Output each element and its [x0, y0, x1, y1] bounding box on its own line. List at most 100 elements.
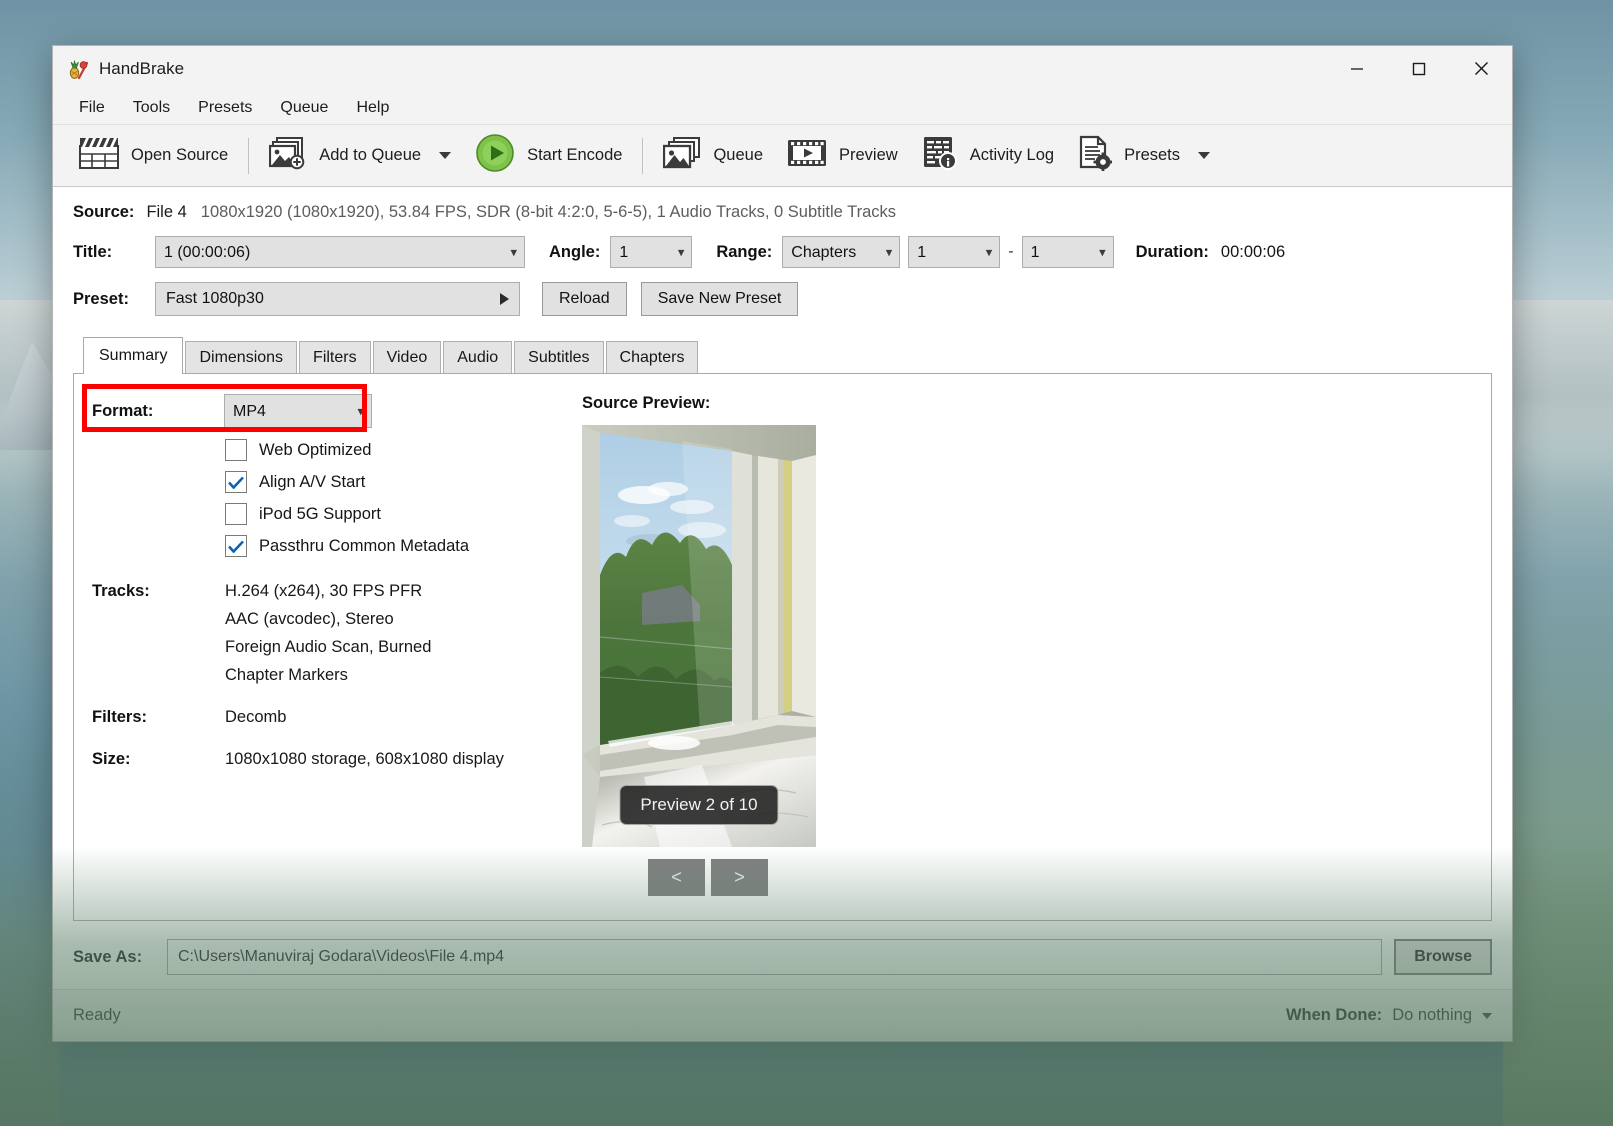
wallpaper-left-shore [0, 706, 60, 1126]
source-label: Source: [73, 203, 134, 222]
checkbox-box[interactable] [225, 503, 247, 525]
checkbox-box[interactable] [225, 471, 247, 493]
chapter-start-select-wrap: 1 ▾ [908, 236, 1000, 268]
presets-toolbar-label: Presets [1124, 146, 1180, 165]
preset-dropdown[interactable]: Fast 1080p30 [155, 282, 520, 316]
summary-tab-panel: Format: MP4 ▾ Web Optimized [73, 373, 1492, 921]
tab-video[interactable]: Video [373, 341, 442, 374]
title-select[interactable]: 1 (00:00:06) [155, 236, 525, 268]
summary-left-column: Format: MP4 ▾ Web Optimized [74, 374, 574, 920]
play-circle-icon [475, 133, 515, 178]
preview-navigation: < > [648, 859, 1491, 896]
size-label: Size: [92, 750, 225, 778]
maximize-icon[interactable] [1388, 46, 1450, 91]
preset-value: Fast 1080p30 [166, 290, 264, 308]
range-type-select[interactable]: Chapters [782, 236, 900, 268]
format-select[interactable]: MP4 [224, 394, 372, 428]
when-done-value[interactable]: Do nothing [1392, 1006, 1472, 1025]
checkbox-label: iPod 5G Support [259, 505, 381, 524]
chapter-start-select[interactable]: 1 [908, 236, 1000, 268]
preview-prev-button[interactable]: < [648, 859, 705, 896]
duration-value: 00:00:06 [1221, 243, 1285, 262]
chevron-right-icon [500, 293, 509, 305]
tracks-row: Tracks: H.264 (x264), 30 FPS PFR AAC (av… [92, 582, 574, 694]
title-bar: HandBrake [53, 46, 1512, 91]
checkbox-web-optimized[interactable]: Web Optimized [225, 434, 574, 466]
toolbar-divider-1 [248, 138, 249, 174]
start-encode-label: Start Encode [527, 146, 622, 165]
queue-label: Queue [713, 146, 763, 165]
chevron-down-icon[interactable] [1482, 1013, 1492, 1019]
track-line: H.264 (x264), 30 FPS PFR [225, 582, 431, 601]
presets-toolbar-button[interactable]: Presets [1066, 131, 1222, 181]
checkbox-label: Web Optimized [259, 441, 372, 460]
window-controls [1326, 46, 1512, 91]
add-image-stack-icon [269, 136, 307, 175]
status-bar: Ready When Done: Do nothing [53, 989, 1512, 1041]
start-encode-button[interactable]: Start Encode [463, 131, 634, 181]
menu-tools[interactable]: Tools [121, 95, 182, 121]
document-gear-icon [1078, 135, 1112, 176]
close-icon[interactable] [1450, 46, 1512, 91]
browse-button[interactable]: Browse [1394, 939, 1492, 975]
track-line: Foreign Audio Scan, Burned [225, 638, 431, 657]
range-type-select-wrap: Chapters ▾ [782, 236, 900, 268]
status-text: Ready [73, 1006, 121, 1025]
track-line: AAC (avcodec), Stereo [225, 610, 431, 629]
tab-filters[interactable]: Filters [299, 341, 371, 374]
checkbox-ipod-5g-support[interactable]: iPod 5G Support [225, 498, 574, 530]
tracks-label: Tracks: [92, 582, 225, 694]
save-new-preset-button[interactable]: Save New Preset [641, 282, 799, 316]
angle-label: Angle: [549, 243, 600, 262]
save-as-label: Save As: [73, 948, 155, 967]
open-source-label: Open Source [131, 146, 228, 165]
preset-row: Preset: Fast 1080p30 Reload Save New Pre… [73, 272, 1492, 322]
chevron-down-icon[interactable] [439, 152, 451, 159]
summary-right-column: Source Preview: [574, 374, 1491, 920]
queue-button[interactable]: Queue [651, 131, 775, 181]
chevron-down-icon[interactable] [1198, 152, 1210, 159]
tab-dimensions[interactable]: Dimensions [185, 341, 297, 374]
menu-file[interactable]: File [67, 95, 117, 121]
menu-help[interactable]: Help [344, 95, 401, 121]
tab-subtitles[interactable]: Subtitles [514, 341, 603, 374]
tab-audio[interactable]: Audio [443, 341, 512, 374]
filters-label: Filters: [92, 708, 225, 736]
size-values: 1080x1080 storage, 608x1080 display [225, 750, 504, 778]
menu-presets[interactable]: Presets [186, 95, 264, 121]
source-name: File 4 [146, 203, 186, 222]
checkbox-align-av-start[interactable]: Align A/V Start [225, 466, 574, 498]
preview-button[interactable]: Preview [775, 131, 910, 181]
checkbox-passthru-common-metadata[interactable]: Passthru Common Metadata [225, 530, 574, 562]
save-as-input[interactable] [167, 939, 1382, 975]
chapter-range-dash: - [1008, 243, 1013, 261]
open-source-button[interactable]: Open Source [67, 131, 240, 181]
add-to-queue-button[interactable]: Add to Queue [257, 131, 463, 181]
track-line: Chapter Markers [225, 666, 431, 685]
title-label: Title: [73, 243, 155, 262]
menu-queue[interactable]: Queue [268, 95, 340, 121]
reload-button[interactable]: Reload [542, 282, 627, 316]
handbrake-window: HandBrake File Tools Presets Queue Help [52, 45, 1513, 1042]
minimize-icon[interactable] [1326, 46, 1388, 91]
activity-log-button[interactable]: Activity Log [910, 131, 1066, 181]
source-metadata: 1080x1920 (1080x1920), 53.84 FPS, SDR (8… [201, 203, 896, 222]
tab-summary[interactable]: Summary [83, 337, 183, 374]
format-label: Format: [92, 402, 210, 421]
tab-chapters[interactable]: Chapters [606, 341, 699, 374]
tab-strip: Summary Dimensions Filters Video Audio S… [73, 336, 1492, 373]
source-preview-title: Source Preview: [582, 394, 1491, 413]
format-row: Format: MP4 ▾ [92, 394, 574, 428]
wallpaper-right-reeds [1503, 566, 1613, 1126]
title-select-wrap: 1 (00:00:06) ▾ [155, 236, 525, 268]
angle-select[interactable]: 1 [610, 236, 692, 268]
checkbox-box[interactable] [225, 535, 247, 557]
menu-bar: File Tools Presets Queue Help [53, 91, 1512, 125]
preview-next-button[interactable]: > [711, 859, 768, 896]
duration-label: Duration: [1136, 243, 1209, 262]
filters-values: Decomb [225, 708, 286, 736]
when-done-label: When Done: [1286, 1006, 1382, 1025]
format-select-wrap: MP4 ▾ [224, 394, 372, 428]
chapter-end-select[interactable]: 1 [1022, 236, 1114, 268]
checkbox-box[interactable] [225, 439, 247, 461]
